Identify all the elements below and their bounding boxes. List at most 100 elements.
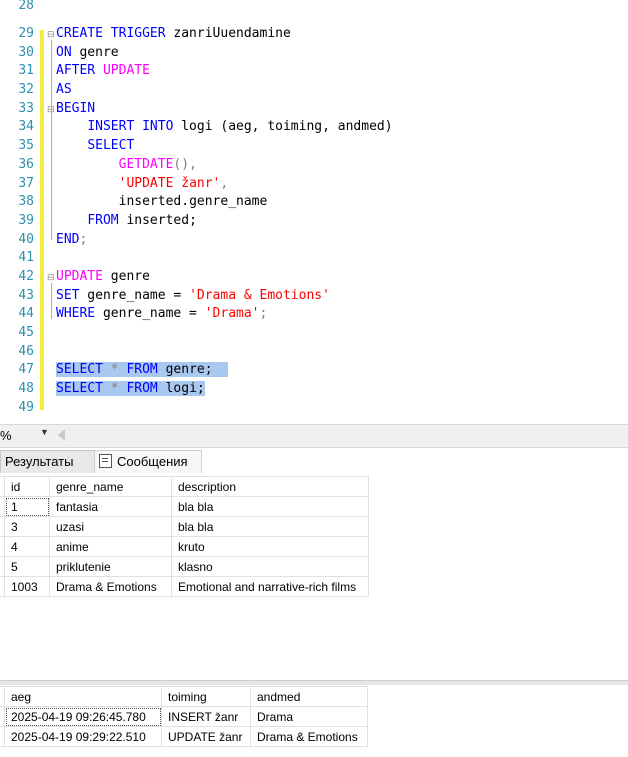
code-line-44[interactable]: WHERE genre_name = 'Drama'; [56, 304, 267, 323]
results-tab-bar: Результаты Сообщения [0, 448, 628, 474]
collapse-icon[interactable]: ⊟ [47, 272, 55, 282]
table-row[interactable]: 1003 Drama & Emotions Emotional and narr… [0, 576, 369, 597]
code-line-38[interactable]: inserted.genre_name [56, 192, 268, 211]
sql-text: genre_name = [95, 306, 205, 321]
sql-keyword: FROM [87, 213, 119, 228]
tab-messages[interactable]: Сообщения [94, 450, 202, 473]
collapse-icon[interactable]: ⊟ [47, 29, 55, 39]
sql-keyword: SET [56, 288, 80, 303]
code-line-30[interactable]: ON genre [56, 43, 119, 62]
table-cell[interactable]: priklutenie [49, 556, 172, 577]
table-row[interactable]: 2025-04-19 09:26:45.780 INSERT žanr Dram… [0, 706, 368, 727]
sql-text: zanriUuendamine [165, 26, 291, 41]
column-header[interactable]: genre_name [49, 476, 172, 497]
table-cell[interactable]: klasno [171, 556, 369, 577]
table-cell[interactable]: 1003 [4, 576, 50, 597]
line-number: 45 [18, 325, 34, 340]
code-line-43[interactable]: SET genre_name = 'Drama & Emotions' [56, 286, 330, 305]
table-cell[interactable]: kruto [171, 536, 369, 557]
code-line-29[interactable]: CREATE TRIGGER zanriUuendamine [56, 24, 291, 43]
code-line-47[interactable]: SELECT * FROM genre; [56, 360, 229, 379]
table-cell[interactable]: 5 [4, 556, 50, 577]
table-cell[interactable]: INSERT žanr [161, 706, 251, 727]
column-header[interactable]: andmed [250, 686, 368, 707]
code-line-39[interactable]: FROM inserted; [56, 211, 197, 230]
code-line-48[interactable]: SELECT * FROM logi; [56, 379, 205, 398]
code-line-37[interactable]: 'UPDATE žanr', [56, 174, 229, 193]
table-cell[interactable]: Emotional and narrative-rich films [171, 576, 369, 597]
table-row[interactable]: 5 priklutenie klasno [0, 556, 369, 577]
table-cell[interactable]: fantasia [49, 496, 172, 517]
table-cell[interactable]: UPDATE žanr [161, 726, 251, 747]
table-cell[interactable]: Drama [250, 706, 368, 727]
table-cell[interactable]: Drama & Emotions [49, 576, 172, 597]
code-line-31[interactable]: AFTER UPDATE [56, 61, 150, 80]
chevron-down-icon[interactable]: ▼ [40, 427, 49, 437]
sql-text: genre_name = [79, 288, 190, 303]
table-cell[interactable]: 3 [4, 516, 50, 537]
line-number: 44 [18, 306, 34, 321]
line-number: 28 [18, 0, 34, 13]
scroll-left-icon[interactable] [58, 429, 65, 441]
table-cell[interactable]: anime [49, 536, 172, 557]
sql-operator: * [102, 362, 127, 377]
table-row[interactable]: 2025-04-19 09:29:22.510 UPDATE žanr Dram… [0, 726, 368, 747]
sql-function: UPDATE [56, 269, 103, 284]
sql-text: ; [79, 232, 88, 247]
table-cell[interactable]: uzasi [49, 516, 172, 537]
table-row[interactable]: 1 fantasia bla bla [0, 496, 369, 517]
fold-guide [51, 283, 52, 319]
sql-keyword: WHERE [56, 306, 96, 321]
sql-text: logi; [157, 381, 205, 396]
sql-keyword: INSERT INTO [87, 119, 174, 134]
line-number: 30 [18, 45, 34, 60]
code-line-33[interactable]: BEGIN [56, 99, 95, 118]
column-header[interactable]: aeg [4, 686, 162, 707]
grid-header-row: id genre_name description [0, 476, 369, 497]
results-splitter[interactable] [0, 680, 628, 685]
code-line-40[interactable]: END; [56, 230, 87, 249]
results-grid-genre[interactable]: id genre_name description 1 fantasia bla… [0, 476, 369, 597]
line-number: 32 [18, 82, 34, 97]
sql-text: genre; [157, 362, 213, 377]
code-line-35[interactable]: SELECT [56, 136, 134, 155]
messages-icon [99, 454, 112, 468]
results-grid-logi[interactable]: aeg toiming andmed 2025-04-19 09:26:45.7… [0, 686, 368, 747]
code-line-36[interactable]: GETDATE(), [56, 155, 197, 174]
selected-text[interactable]: SELECT * FROM genre; [56, 362, 229, 377]
code-line-34[interactable]: INSERT INTO logi (aeg, toiming, andmed) [56, 117, 392, 136]
tab-results[interactable]: Результаты [0, 450, 98, 473]
table-row[interactable]: 3 uzasi bla bla [0, 516, 369, 537]
column-header[interactable]: toiming [161, 686, 251, 707]
sql-keyword: AFTER [56, 63, 96, 78]
sql-keyword: FROM [126, 381, 158, 396]
selected-text[interactable]: SELECT * FROM logi; [56, 381, 205, 396]
sql-text: (), [173, 157, 197, 172]
table-cell[interactable]: Drama & Emotions [250, 726, 368, 747]
line-number: 46 [18, 344, 34, 359]
code-line-32[interactable]: AS [56, 80, 72, 99]
table-cell[interactable]: 4 [4, 536, 50, 557]
sql-editor[interactable]: 28 29 30 31 32 33 34 35 36 37 38 39 40 4… [0, 0, 628, 424]
column-header[interactable]: description [171, 476, 369, 497]
collapse-icon[interactable]: ⊟ [47, 104, 55, 114]
table-cell[interactable]: bla bla [171, 496, 369, 517]
table-cell[interactable]: 2025-04-19 09:29:22.510 [4, 726, 162, 747]
table-cell[interactable]: 2025-04-19 09:26:45.780 [4, 706, 162, 727]
table-row[interactable]: 4 anime kruto [0, 536, 369, 557]
sql-keyword: SELECT [56, 381, 103, 396]
sql-text: inserted.genre_name [118, 194, 268, 209]
sql-keyword: CREATE TRIGGER [56, 26, 166, 41]
line-number: 37 [18, 176, 34, 191]
line-number: 43 [18, 288, 34, 303]
sql-text: genre [102, 269, 150, 284]
sql-keyword: BEGIN [56, 101, 96, 116]
sql-keyword: FROM [126, 362, 158, 377]
sql-text: genre [71, 45, 119, 60]
column-header[interactable]: id [4, 476, 50, 497]
code-line-42[interactable]: UPDATE genre [56, 267, 150, 286]
table-cell[interactable]: 1 [4, 496, 50, 517]
table-cell[interactable]: bla bla [171, 516, 369, 537]
line-number: 49 [18, 400, 34, 415]
sql-keyword: SELECT [87, 138, 135, 153]
